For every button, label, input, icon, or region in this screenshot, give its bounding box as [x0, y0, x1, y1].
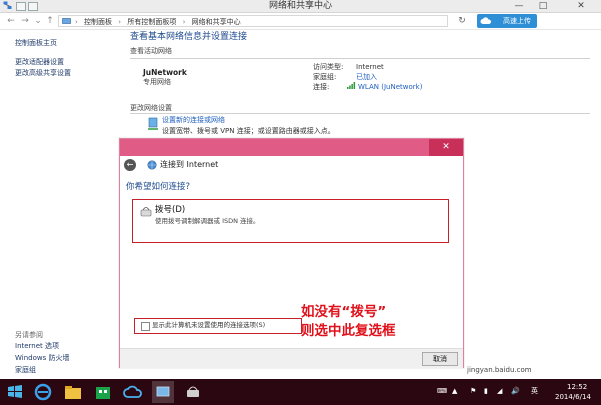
clock-time: 12:52 — [567, 383, 588, 391]
windows-firewall-link[interactable]: Windows 防火墙 — [15, 353, 69, 363]
network-wizard-taskbar-icon[interactable] — [182, 381, 204, 403]
dialog-question: 你希望如何连接? — [126, 182, 191, 192]
network-name: JuNetwork — [143, 68, 187, 77]
volume-icon[interactable]: 🔊 — [511, 387, 520, 396]
dialog-header: ← 连接到 Internet — [120, 156, 463, 176]
breadcrumb-network-center[interactable]: 网络和共享中心 — [192, 18, 241, 26]
network-type-link[interactable]: 专用网络 — [143, 78, 171, 87]
homegroup-value-link[interactable]: 已加入 — [356, 73, 377, 82]
setup-connection-link[interactable]: 设置新的连接或网络 — [162, 116, 225, 125]
start-windows-icon[interactable] — [4, 381, 26, 403]
store-icon[interactable] — [92, 381, 114, 403]
minimize-button[interactable]: — — [510, 0, 528, 12]
modem-icon — [140, 207, 152, 217]
access-type-label: 访问类型: — [313, 63, 344, 71]
up-arrow-icon[interactable]: ↑ — [45, 15, 55, 27]
dialog-footer: 取消 — [120, 348, 463, 368]
refresh-icon[interactable]: ↻ — [456, 15, 468, 27]
keyboard-icon[interactable]: ⌨ — [437, 387, 447, 396]
connection-label: 连接: — [313, 83, 330, 91]
back-arrow-icon[interactable]: ← — [124, 159, 136, 171]
wifi-signal-icon — [347, 82, 356, 89]
dialog-close-button[interactable]: ✕ — [429, 139, 463, 156]
close-button[interactable]: ✕ — [572, 0, 590, 12]
access-type-value: Internet — [356, 63, 384, 71]
annotation-line-1: 如没有“拨号” — [301, 304, 387, 320]
change-sharing-link[interactable]: 更改高级共享设置 — [15, 68, 71, 78]
network-tray-icon[interactable]: ◢ — [497, 387, 502, 396]
watermark-url: jingyan.baidu.com — [467, 366, 532, 374]
control-panel-home-link[interactable]: 控制面板主页 — [15, 38, 57, 48]
annotation-line-2: 则选中此复选框 — [301, 323, 396, 339]
battery-icon[interactable]: ▮ — [484, 387, 488, 396]
ime-indicator[interactable]: 英 — [531, 387, 538, 396]
divider — [130, 58, 590, 59]
show-unused-options-row[interactable]: 显示此计算机未设置使用的连接选项(S) — [134, 318, 302, 334]
setup-connection-desc: 设置宽带、拨号或 VPN 连接；或设置路由器或接入点。 — [162, 127, 335, 135]
control-panel-icon — [62, 18, 71, 24]
connection-value-link[interactable]: WLAN (JuNetwork) — [358, 83, 422, 92]
show-unused-options-checkbox[interactable] — [141, 322, 150, 331]
address-field[interactable]: › 控制面板 › 所有控制面板项 › 网络和共享中心 — [58, 15, 448, 27]
control-panel-taskbar-icon[interactable] — [152, 381, 174, 403]
dialog-title: 连接到 Internet — [160, 160, 219, 169]
see-also-title: 另请参阅 — [15, 331, 43, 339]
taskbar: ⌨ ▲ ⚑ ▮ ◢ 🔊 英 12:52 2014/6/14 — [0, 379, 601, 405]
homegroup-label: 家庭组: — [313, 73, 337, 81]
globe-icon — [147, 160, 157, 170]
tray-expand-icon[interactable]: ▲ — [452, 387, 457, 396]
homegroup-link[interactable]: 家庭组 — [15, 365, 36, 375]
file-explorer-icon[interactable] — [62, 381, 84, 403]
recent-chevron-icon[interactable]: ⌄ — [33, 15, 43, 27]
page-title: 查看基本网络信息并设置连接 — [130, 32, 248, 42]
cloud-app-icon[interactable] — [122, 381, 144, 403]
dial-up-title: 拨号(D) — [155, 205, 186, 215]
connect-internet-dialog: ✕ ← 连接到 Internet 你希望如何连接? 拨号(D) 使用拨号调制解调… — [119, 138, 464, 368]
show-unused-options-label: 显示此计算机未设置使用的连接选项(S) — [152, 321, 266, 329]
cloud-icon — [480, 17, 492, 24]
flag-icon[interactable]: ⚑ — [470, 387, 476, 396]
forward-arrow-icon[interactable]: → — [20, 15, 30, 27]
change-settings-title: 更改网络设置 — [130, 104, 172, 112]
cancel-button[interactable]: 取消 — [422, 352, 458, 366]
breadcrumb-control-panel[interactable]: 控制面板 — [84, 18, 112, 26]
active-networks-title: 查看活动网络 — [130, 47, 172, 55]
dial-up-desc: 使用拨号调制解调器或 ISDN 连接。 — [155, 217, 260, 225]
maximize-button[interactable]: □ — [534, 0, 552, 12]
dial-up-option[interactable]: 拨号(D) 使用拨号调制解调器或 ISDN 连接。 — [132, 199, 449, 243]
breadcrumb-all-items[interactable]: 所有控制面板项 — [127, 18, 176, 26]
change-adapter-link[interactable]: 更改适配器设置 — [15, 57, 64, 67]
dialog-titlebar: ✕ — [120, 139, 463, 156]
red-annotation: 如没有“拨号” 则选中此复选框 — [301, 303, 396, 341]
divider — [130, 113, 590, 114]
dialog-body: 你希望如何连接? 拨号(D) 使用拨号调制解调器或 ISDN 连接。 如没有“拨… — [120, 176, 463, 348]
upload-button[interactable]: 高速上传 — [477, 14, 537, 28]
internet-explorer-icon[interactable] — [32, 381, 54, 403]
upload-label: 高速上传 — [503, 17, 531, 25]
internet-options-link[interactable]: Internet 选项 — [15, 341, 59, 351]
address-bar-row: ← → ⌄ ↑ › 控制面板 › 所有控制面板项 › 网络和共享中心 ↻ 高速上… — [0, 13, 601, 30]
clock-date: 2014/6/14 — [555, 393, 591, 401]
clock[interactable]: 12:52 — [567, 383, 587, 392]
window-titlebar: 网络和共享中心 — □ ✕ — [0, 0, 601, 13]
new-connection-icon — [148, 117, 158, 130]
back-arrow-icon[interactable]: ← — [6, 15, 16, 27]
